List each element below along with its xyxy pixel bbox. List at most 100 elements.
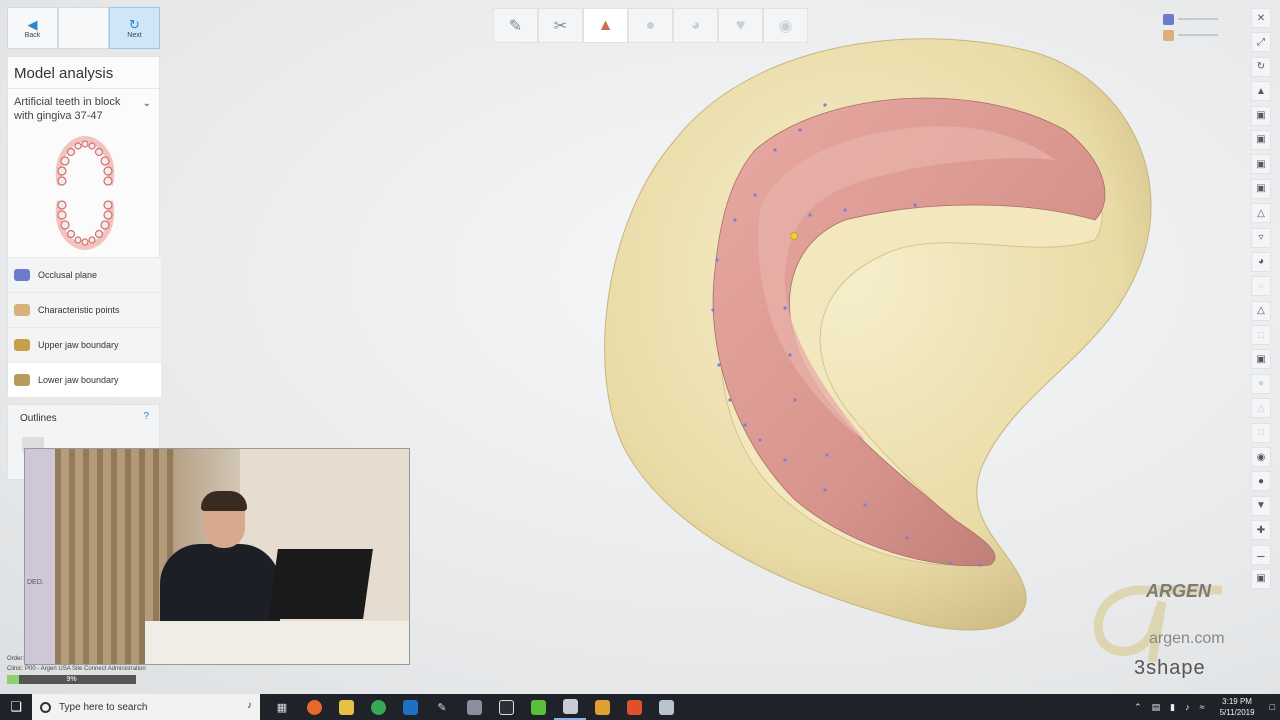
poster-text: DED.	[27, 579, 44, 586]
save-view-button[interactable]: ▣	[1251, 568, 1271, 589]
blank-toggle[interactable]: □	[1251, 422, 1271, 443]
step-upper-jaw-boundary[interactable]: Upper jaw boundary	[8, 327, 161, 362]
network-icon[interactable]: ▤	[1152, 702, 1161, 713]
task-view-button[interactable]: ▦	[266, 694, 298, 720]
characteristic-points-icon	[14, 304, 30, 316]
close-button[interactable]: ✕	[1251, 8, 1271, 28]
step-characteristic-points[interactable]: Characteristic points	[8, 292, 161, 327]
order-label: Order:	[7, 656, 25, 662]
next-button[interactable]: ↻ Next	[109, 7, 160, 49]
windows-logo-icon: ❏	[10, 699, 22, 714]
view-front-button[interactable]: ▣	[1251, 105, 1271, 126]
fit-view-button[interactable]: ⤢	[1251, 32, 1271, 53]
model-app-button[interactable]	[650, 694, 682, 720]
clip-plane-icon: ✚	[1256, 524, 1266, 536]
arrow-left-icon: ◀	[27, 16, 38, 32]
view-back-button[interactable]: ▣	[1251, 129, 1271, 150]
microphone-icon[interactable]: ♪	[247, 700, 252, 711]
teeth-icon: ▣	[1256, 353, 1266, 365]
model-app-icon	[658, 699, 674, 715]
close-icon: ✕	[1256, 12, 1266, 24]
tooth-chart-icon[interactable]	[50, 135, 120, 250]
image-icon: ▣	[1256, 573, 1266, 585]
rotate-view-button[interactable]: ↻	[1251, 56, 1271, 77]
3d-viewport[interactable]: ◀ Back ↻ Next Model analysis Artificial …	[0, 0, 1280, 694]
recorder-button[interactable]	[618, 694, 650, 720]
poster	[25, 449, 55, 664]
volume-icon[interactable]: ♪	[1185, 702, 1190, 712]
slider-track[interactable]	[1178, 34, 1218, 36]
color-map-icon: ●	[1257, 475, 1265, 487]
media-player-button[interactable]	[586, 694, 618, 720]
selected-point[interactable]	[790, 232, 798, 240]
upper-jaw-toggle[interactable]: ◕	[1251, 251, 1271, 272]
step-label: Lower jaw boundary	[38, 375, 119, 385]
clinic-label: Clinic: P00 - Argen USA Site Connect Adm…	[7, 666, 146, 672]
tray-chevron-icon[interactable]: ⌃	[1134, 702, 1142, 713]
argen-url: argen.com	[1149, 630, 1225, 647]
3d-model-lower-jaw[interactable]	[595, 20, 1165, 640]
slider-upper[interactable]	[1163, 11, 1223, 27]
next-arrow-icon: ↻	[129, 16, 140, 32]
help-icon[interactable]: ?	[143, 411, 149, 422]
outlook-button[interactable]	[394, 694, 426, 720]
cortana-icon	[40, 701, 51, 713]
dental-system-icon	[562, 698, 578, 714]
model-toggle[interactable]: △	[1251, 300, 1271, 321]
lower-jaw-toggle[interactable]: ○	[1251, 276, 1271, 297]
dental-system-button[interactable]	[554, 694, 586, 720]
step-occlusal-plane[interactable]: Occlusal plane	[8, 257, 161, 292]
taskbar-clock[interactable]: 3:19 PM 5/11/2019	[1220, 696, 1255, 718]
start-button[interactable]: ❏	[0, 694, 32, 720]
step-lower-jaw-boundary[interactable]: Lower jaw boundary	[8, 362, 161, 397]
teeth-toggle[interactable]: ▣	[1251, 349, 1271, 370]
firefox-button[interactable]	[298, 694, 330, 720]
step-label: Occlusal plane	[38, 270, 98, 280]
slider-lower[interactable]	[1163, 27, 1223, 43]
tutorial-button[interactable]: ▲	[1251, 81, 1271, 102]
view-left-button[interactable]: ▣	[1251, 154, 1271, 175]
view-top-button[interactable]: △	[1251, 203, 1271, 224]
slider-track[interactable]	[1178, 18, 1218, 20]
search-placeholder: Type here to search	[59, 701, 148, 713]
transparency-button[interactable]: ▼	[1251, 495, 1271, 516]
presenter-hair	[201, 491, 247, 511]
chrome-button[interactable]	[362, 694, 394, 720]
battery-icon[interactable]: ▮	[1170, 702, 1175, 713]
clipping-button[interactable]: ✚	[1251, 520, 1271, 541]
dental-app-button[interactable]	[458, 694, 490, 720]
scan-tool-button[interactable]: ✎	[493, 8, 538, 43]
snapshot-button[interactable]: ◉	[1251, 447, 1271, 468]
warning-toggle[interactable]: △	[1251, 398, 1271, 419]
back-button[interactable]: ◀ Back	[7, 7, 58, 49]
jaw-bottom-icon: ▿	[1258, 232, 1264, 244]
taskbar-search[interactable]: Type here to search ♪	[32, 694, 260, 720]
cube-back-icon: ▣	[1256, 134, 1266, 146]
cut-icon: ✂	[553, 17, 568, 35]
file-explorer-button[interactable]	[330, 694, 362, 720]
laptop	[268, 549, 373, 619]
table	[145, 621, 409, 664]
notification-icon[interactable]: □	[1270, 702, 1275, 712]
view-bottom-button[interactable]: ▿	[1251, 227, 1271, 248]
prepare-tool-button[interactable]: ✂	[538, 8, 583, 43]
color-map-button[interactable]: ●	[1251, 471, 1271, 492]
case-type-dropdown[interactable]: Artificial teeth in block with gingiva 3…	[8, 89, 159, 131]
square-icon: □	[1257, 427, 1265, 439]
task-view-icon: ▦	[276, 701, 288, 714]
chrome-icon	[370, 699, 386, 715]
gingiva-toggle[interactable]: ●	[1251, 373, 1271, 394]
green-app-button[interactable]	[522, 694, 554, 720]
wifi-icon[interactable]: ≈	[1200, 702, 1205, 712]
view-right-button[interactable]: ▣	[1251, 178, 1271, 199]
antagonist-toggle[interactable]: □	[1251, 325, 1271, 346]
progress-bar: 9%	[7, 675, 136, 684]
camtasia-button[interactable]	[490, 694, 522, 720]
back-label: Back	[24, 31, 41, 39]
pen-app-button[interactable]: ✎	[426, 694, 458, 720]
measure-button[interactable]: ⚊	[1251, 544, 1271, 565]
dental-app-icon	[466, 699, 482, 715]
windows-taskbar: ❏ Type here to search ♪ ▦ ✎ ⌃ ▤ ▮ ♪ ≈ 3:…	[0, 694, 1280, 720]
upper-jaw-icon	[14, 339, 30, 351]
chevron-down-icon: ▼	[1256, 500, 1266, 512]
